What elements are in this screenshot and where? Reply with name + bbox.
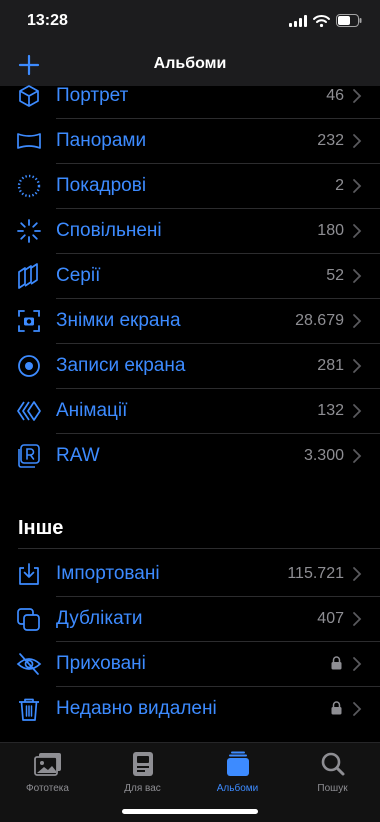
duplicates-icon (17, 608, 40, 631)
album-count: 2 (335, 177, 344, 194)
chevron-right-icon (353, 657, 362, 671)
import-icon (19, 563, 39, 585)
album-row-panoramas[interactable]: Панорами 232 (0, 119, 380, 164)
album-label: Анімації (56, 400, 128, 421)
album-label: Портрет (56, 85, 129, 106)
album-row-raw[interactable]: RAW 3.300 (0, 434, 380, 479)
album-label: Знімки екрана (56, 310, 181, 331)
chevron-right-icon (353, 224, 362, 238)
search-icon (321, 752, 345, 776)
page-title: Альбоми (153, 55, 227, 72)
battery-icon (336, 14, 362, 27)
album-row-timelapse[interactable]: Покадрові 2 (0, 164, 380, 209)
album-label: Дублікати (56, 608, 143, 629)
album-row-screenshots[interactable]: Знімки екрана 28.679 (0, 299, 380, 344)
status-bar: 13:28 (0, 0, 380, 44)
tab-label: Альбоми (216, 783, 259, 794)
album-count: 132 (317, 402, 344, 419)
album-label: Покадрові (56, 175, 147, 196)
chevron-right-icon (353, 567, 362, 581)
lock-icon (331, 701, 342, 715)
tab-label: Пошук (317, 783, 348, 794)
album-row-animated[interactable]: Анімації 132 (0, 389, 380, 434)
album-count: 46 (326, 87, 344, 104)
chevron-right-icon (353, 404, 362, 418)
panorama-icon (17, 133, 41, 149)
animated-icon (17, 401, 41, 421)
status-time: 13:28 (27, 12, 68, 29)
tab-bar: Фототека Для вас Альбоми Пошук (0, 742, 380, 822)
lock-icon (331, 656, 342, 670)
album-row-hidden[interactable]: Приховані (0, 642, 380, 687)
screenshot-icon (18, 310, 40, 332)
chevron-right-icon (353, 314, 362, 328)
chevron-right-icon (353, 612, 362, 626)
cellular-signal-icon (289, 14, 307, 27)
chevron-right-icon (353, 89, 362, 103)
cube-icon (19, 85, 39, 107)
album-label: RAW (56, 445, 100, 466)
screen-recording-icon (18, 355, 40, 377)
home-indicator (122, 809, 258, 814)
album-row-recently-deleted[interactable]: Недавно видалені (0, 687, 380, 732)
album-count: 28.679 (295, 312, 344, 329)
album-count: 115.721 (287, 565, 344, 582)
album-label: Недавно видалені (56, 698, 217, 719)
album-count: 281 (317, 357, 344, 374)
tab-label: Для вас (124, 783, 161, 794)
bursts-icon (18, 263, 38, 289)
album-count: 52 (326, 267, 344, 284)
section-title-other: Інше (18, 517, 64, 539)
raw-icon (18, 444, 40, 468)
photos-icon (34, 753, 61, 776)
albums-icon (227, 751, 249, 776)
album-row-bursts[interactable]: Серії 52 (0, 254, 380, 299)
status-icons (289, 14, 362, 27)
album-label: Панорами (56, 130, 147, 151)
album-label: Приховані (56, 653, 146, 674)
slowmo-icon (17, 219, 41, 243)
chevron-right-icon (353, 134, 362, 148)
tab-search[interactable]: Пошук (285, 743, 380, 805)
album-label: Серії (56, 265, 101, 286)
separator (18, 548, 380, 549)
hidden-eye-icon (16, 653, 42, 675)
chevron-right-icon (353, 359, 362, 373)
album-count: 3.300 (303, 447, 344, 464)
album-row-portrait[interactable]: Портрет 46 (0, 74, 380, 119)
chevron-right-icon (353, 702, 362, 716)
tab-albums[interactable]: Альбоми (190, 743, 285, 805)
wifi-icon (313, 14, 330, 27)
trash-icon (19, 698, 39, 721)
chevron-right-icon (353, 269, 362, 283)
album-count: 232 (317, 132, 344, 149)
tab-for-you[interactable]: Для вас (95, 743, 190, 805)
album-label: Імпортовані (56, 563, 160, 584)
album-label: Записи екрана (56, 355, 186, 376)
tab-label: Фототека (26, 783, 69, 794)
chevron-right-icon (353, 179, 362, 193)
timelapse-icon (17, 174, 41, 198)
chevron-right-icon (353, 449, 362, 463)
album-row-imports[interactable]: Імпортовані 115.721 (0, 552, 380, 597)
album-count: 407 (317, 610, 344, 627)
for-you-icon (133, 752, 153, 776)
album-row-slomo[interactable]: Сповільнені 180 (0, 209, 380, 254)
album-row-duplicates[interactable]: Дублікати 407 (0, 597, 380, 642)
album-count: 180 (317, 222, 344, 239)
album-label: Сповільнені (56, 220, 162, 241)
tab-library[interactable]: Фототека (0, 743, 95, 805)
album-row-screen-recordings[interactable]: Записи екрана 281 (0, 344, 380, 389)
